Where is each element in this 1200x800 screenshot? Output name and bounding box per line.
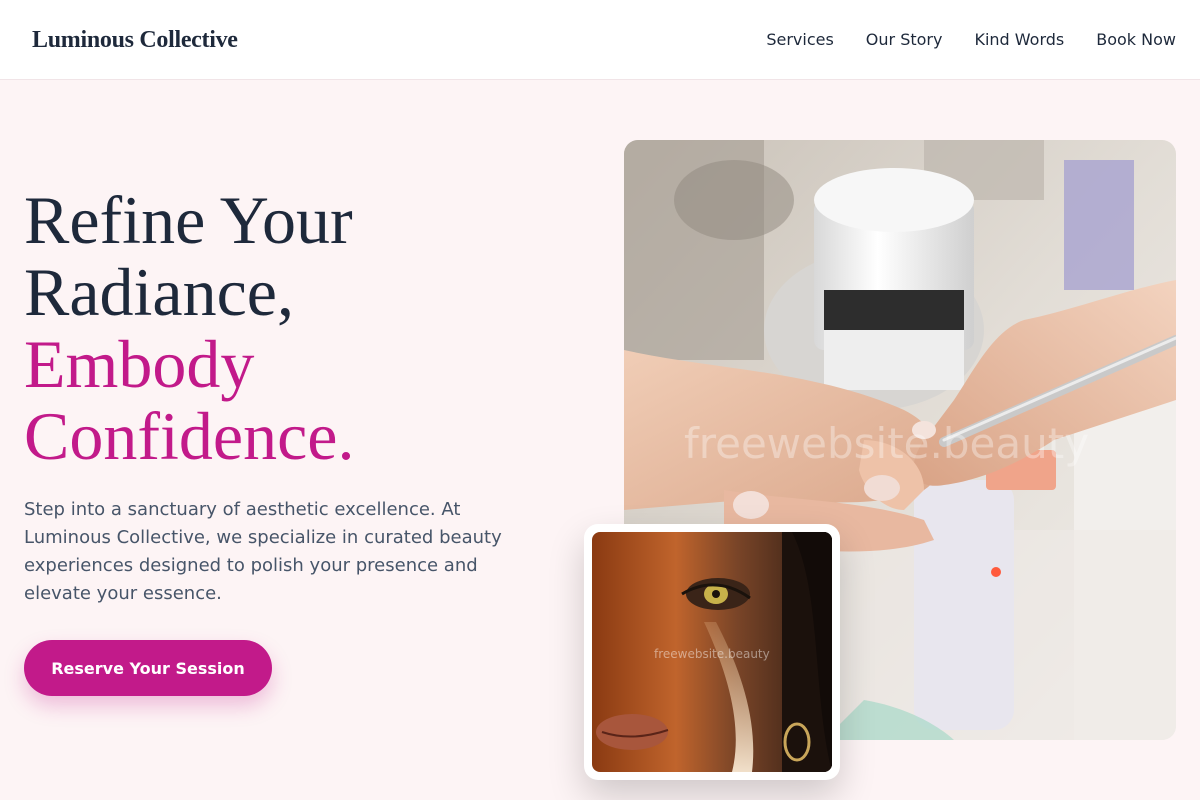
lips: [596, 714, 668, 750]
nail: [733, 491, 769, 519]
nav-link-book-now[interactable]: Book Now: [1096, 28, 1176, 52]
jar-band: [824, 290, 964, 330]
portrait-card: freewebsite.beauty: [584, 524, 840, 780]
nail-lamp: [914, 480, 1014, 730]
hero-heading-line-2: Radiance,: [24, 254, 294, 330]
reserve-session-button[interactable]: Reserve Your Session: [24, 640, 272, 696]
nav-links: Services Our Story Kind Words Book Now: [766, 28, 1176, 52]
lamp-light: [991, 567, 1001, 577]
hero-heading-line-1: Refine Your: [24, 182, 353, 258]
nav-link-our-story[interactable]: Our Story: [866, 28, 943, 52]
hero-heading: Refine Your Radiance, Embody Confidence.: [24, 184, 584, 472]
top-navigation: Luminous Collective Services Our Story K…: [0, 0, 1200, 80]
main-photo-watermark: freewebsite.beauty: [684, 419, 1089, 468]
portrait-photo: freewebsite.beauty: [592, 532, 832, 772]
hero-heading-accent-line-1: Embody: [24, 326, 255, 402]
brand-logo[interactable]: Luminous Collective: [32, 24, 238, 56]
hero-heading-accent-line-2: Confidence.: [24, 398, 355, 474]
purple-bottle: [1064, 160, 1134, 290]
nail: [864, 475, 900, 501]
hero-description: Step into a sanctuary of aesthetic excel…: [24, 499, 502, 604]
portrait-illustration: freewebsite.beauty: [592, 532, 832, 772]
nav-link-services[interactable]: Services: [766, 28, 833, 52]
nav-link-kind-words[interactable]: Kind Words: [974, 28, 1064, 52]
portrait-watermark: freewebsite.beauty: [654, 647, 770, 661]
